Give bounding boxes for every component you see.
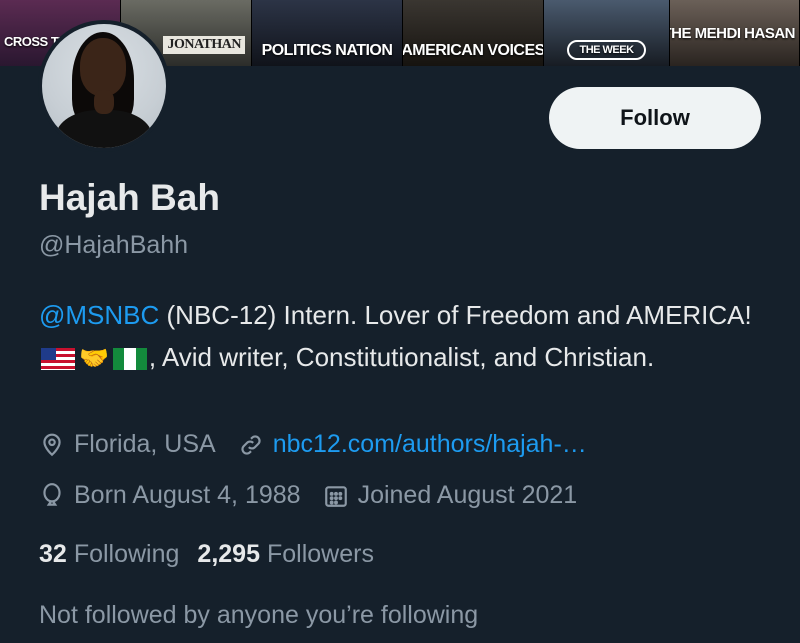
following-link[interactable]: 32 Following xyxy=(39,540,179,569)
location-pin-icon xyxy=(43,433,61,456)
banner-label: AMERICAN VOICES xyxy=(403,42,544,59)
profile-meta-row: Born August 4, 1988 Joined August 2021 xyxy=(39,481,599,510)
joined-item: Joined August 2021 xyxy=(323,481,578,510)
banner-tile: THE WEEK xyxy=(544,0,670,66)
banner-tile: POLITICS NATION xyxy=(252,0,403,66)
avatar-hand xyxy=(94,90,114,114)
follow-button[interactable]: Follow xyxy=(549,87,761,149)
banner-tile: THE MEHDI HASAN xyxy=(670,0,800,66)
follow-counts: 32 Following 2,295 Followers xyxy=(39,540,392,569)
website-item[interactable]: nbc12.com/authors/hajah-… xyxy=(238,430,587,459)
following-count: 32 xyxy=(39,540,67,568)
following-label: Following xyxy=(73,540,180,568)
profile-avatar[interactable] xyxy=(38,20,170,152)
link-icon xyxy=(241,434,261,455)
banner-label: POLITICS NATION xyxy=(261,42,393,59)
birthday-text: Born August 4, 1988 xyxy=(74,481,301,509)
bio-text: , Avid writer, Constitutionalist, and Ch… xyxy=(148,342,655,372)
us-flag-icon xyxy=(41,348,75,371)
website-link[interactable]: nbc12.com/authors/hajah-… xyxy=(273,430,587,459)
bio-mention-link[interactable]: @MSNBC xyxy=(39,300,159,330)
profile-bio: @MSNBC (NBC-12) Intern. Lover of Freedom… xyxy=(39,294,769,380)
nigeria-flag-icon xyxy=(112,348,147,371)
followers-label: Followers xyxy=(266,540,374,568)
followers-link[interactable]: 2,295 Followers xyxy=(197,540,374,569)
joined-text: Joined August 2021 xyxy=(357,481,578,509)
avatar-face xyxy=(80,38,126,96)
profile-meta-row: Florida, USA nbc12.com/authors/hajah-… xyxy=(39,430,609,459)
location-text: Florida, USA xyxy=(74,430,216,458)
handshake-icon: 🤝 xyxy=(79,345,109,373)
banner-label: THE WEEK xyxy=(567,40,646,60)
birthday-item: Born August 4, 1988 xyxy=(39,481,301,510)
avatar-body xyxy=(56,110,152,148)
balloon-icon xyxy=(43,482,61,506)
location-item: Florida, USA xyxy=(39,430,216,459)
banner-label: THE MEHDI HASAN xyxy=(670,25,795,42)
user-handle: @HajahBahh xyxy=(39,231,189,259)
banner-tile: AMERICAN VOICES xyxy=(403,0,544,66)
bio-text: (NBC-12) Intern. Lover of Freedom and AM… xyxy=(159,300,752,330)
mutual-followers-note: Not followed by anyone you’re following xyxy=(39,601,479,629)
avatar-image xyxy=(42,24,166,148)
followers-count: 2,295 xyxy=(197,540,260,568)
display-name: Hajah Bah xyxy=(39,177,220,218)
calendar-icon xyxy=(324,485,347,507)
banner-label: JONATHAN xyxy=(163,36,245,54)
